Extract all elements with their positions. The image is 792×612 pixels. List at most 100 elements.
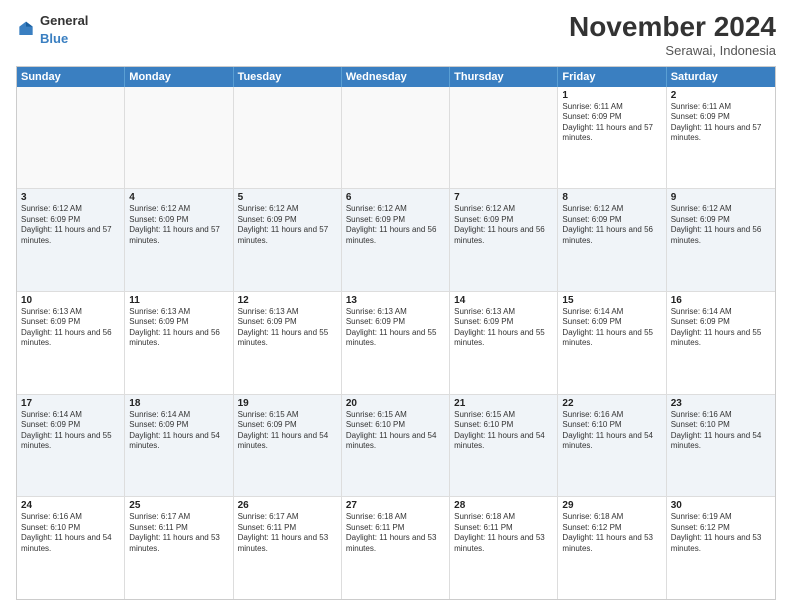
- calendar-cell-2-7: 9Sunrise: 6:12 AMSunset: 6:09 PMDaylight…: [667, 189, 775, 291]
- day-number: 11: [129, 295, 228, 306]
- cell-text: Daylight: 11 hours and 53 minutes.: [562, 533, 661, 554]
- cell-text: Sunrise: 6:14 AM: [562, 307, 661, 317]
- cell-text: Sunset: 6:09 PM: [238, 215, 337, 225]
- cell-text: Sunset: 6:10 PM: [346, 420, 445, 430]
- day-header-wednesday: Wednesday: [342, 67, 450, 87]
- calendar-cell-5-7: 30Sunrise: 6:19 AMSunset: 6:12 PMDayligh…: [667, 497, 775, 599]
- cell-text: Daylight: 11 hours and 55 minutes.: [562, 328, 661, 349]
- cell-text: Sunset: 6:09 PM: [238, 420, 337, 430]
- title-block: November 2024 Serawai, Indonesia: [569, 12, 776, 58]
- calendar-cell-5-4: 27Sunrise: 6:18 AMSunset: 6:11 PMDayligh…: [342, 497, 450, 599]
- cell-text: Sunset: 6:11 PM: [238, 523, 337, 533]
- cell-text: Sunrise: 6:11 AM: [562, 102, 661, 112]
- calendar-cell-1-6: 1Sunrise: 6:11 AMSunset: 6:09 PMDaylight…: [558, 87, 666, 189]
- calendar-row-5: 24Sunrise: 6:16 AMSunset: 6:10 PMDayligh…: [17, 496, 775, 599]
- calendar-cell-5-2: 25Sunrise: 6:17 AMSunset: 6:11 PMDayligh…: [125, 497, 233, 599]
- cell-text: Daylight: 11 hours and 56 minutes.: [346, 225, 445, 246]
- day-number: 25: [129, 500, 228, 511]
- cell-text: Sunrise: 6:18 AM: [346, 512, 445, 522]
- day-number: 20: [346, 398, 445, 409]
- day-number: 17: [21, 398, 120, 409]
- calendar-cell-2-5: 7Sunrise: 6:12 AMSunset: 6:09 PMDaylight…: [450, 189, 558, 291]
- cell-text: Daylight: 11 hours and 54 minutes.: [671, 431, 771, 452]
- cell-text: Sunrise: 6:13 AM: [129, 307, 228, 317]
- day-number: 26: [238, 500, 337, 511]
- cell-text: Daylight: 11 hours and 54 minutes.: [129, 431, 228, 452]
- cell-text: Daylight: 11 hours and 56 minutes.: [671, 225, 771, 246]
- header: General Blue November 2024 Serawai, Indo…: [16, 12, 776, 58]
- cell-text: Sunrise: 6:14 AM: [21, 410, 120, 420]
- day-number: 3: [21, 192, 120, 203]
- cell-text: Sunrise: 6:18 AM: [562, 512, 661, 522]
- day-number: 19: [238, 398, 337, 409]
- day-number: 7: [454, 192, 553, 203]
- day-header-tuesday: Tuesday: [234, 67, 342, 87]
- cell-text: Sunset: 6:09 PM: [129, 317, 228, 327]
- cell-text: Sunrise: 6:16 AM: [562, 410, 661, 420]
- cell-text: Daylight: 11 hours and 53 minutes.: [454, 533, 553, 554]
- cell-text: Sunset: 6:10 PM: [562, 420, 661, 430]
- cell-text: Sunrise: 6:17 AM: [129, 512, 228, 522]
- cell-text: Daylight: 11 hours and 57 minutes.: [671, 123, 771, 144]
- day-header-monday: Monday: [125, 67, 233, 87]
- day-number: 14: [454, 295, 553, 306]
- cell-text: Sunset: 6:09 PM: [238, 317, 337, 327]
- cell-text: Sunset: 6:11 PM: [346, 523, 445, 533]
- cell-text: Sunset: 6:09 PM: [671, 317, 771, 327]
- cell-text: Sunset: 6:09 PM: [21, 317, 120, 327]
- calendar-cell-1-1: [17, 87, 125, 189]
- cell-text: Sunrise: 6:17 AM: [238, 512, 337, 522]
- day-number: 21: [454, 398, 553, 409]
- day-number: 12: [238, 295, 337, 306]
- cell-text: Daylight: 11 hours and 56 minutes.: [129, 328, 228, 349]
- calendar-body: 1Sunrise: 6:11 AMSunset: 6:09 PMDaylight…: [17, 87, 775, 599]
- cell-text: Sunset: 6:12 PM: [562, 523, 661, 533]
- cell-text: Sunset: 6:10 PM: [454, 420, 553, 430]
- day-number: 2: [671, 90, 771, 101]
- calendar-cell-5-6: 29Sunrise: 6:18 AMSunset: 6:12 PMDayligh…: [558, 497, 666, 599]
- calendar-row-2: 3Sunrise: 6:12 AMSunset: 6:09 PMDaylight…: [17, 188, 775, 291]
- day-number: 24: [21, 500, 120, 511]
- calendar-cell-3-4: 13Sunrise: 6:13 AMSunset: 6:09 PMDayligh…: [342, 292, 450, 394]
- calendar: SundayMondayTuesdayWednesdayThursdayFrid…: [16, 66, 776, 600]
- cell-text: Sunset: 6:09 PM: [346, 317, 445, 327]
- cell-text: Daylight: 11 hours and 56 minutes.: [21, 328, 120, 349]
- day-number: 29: [562, 500, 661, 511]
- cell-text: Sunset: 6:09 PM: [454, 215, 553, 225]
- cell-text: Sunset: 6:09 PM: [129, 215, 228, 225]
- calendar-cell-3-7: 16Sunrise: 6:14 AMSunset: 6:09 PMDayligh…: [667, 292, 775, 394]
- calendar-cell-1-2: [125, 87, 233, 189]
- day-number: 5: [238, 192, 337, 203]
- calendar-cell-3-5: 14Sunrise: 6:13 AMSunset: 6:09 PMDayligh…: [450, 292, 558, 394]
- cell-text: Sunset: 6:09 PM: [562, 317, 661, 327]
- cell-text: Sunset: 6:09 PM: [562, 112, 661, 122]
- calendar-cell-2-4: 6Sunrise: 6:12 AMSunset: 6:09 PMDaylight…: [342, 189, 450, 291]
- cell-text: Daylight: 11 hours and 53 minutes.: [129, 533, 228, 554]
- cell-text: Daylight: 11 hours and 55 minutes.: [346, 328, 445, 349]
- cell-text: Sunset: 6:09 PM: [21, 420, 120, 430]
- cell-text: Daylight: 11 hours and 54 minutes.: [562, 431, 661, 452]
- calendar-cell-2-2: 4Sunrise: 6:12 AMSunset: 6:09 PMDaylight…: [125, 189, 233, 291]
- day-number: 9: [671, 192, 771, 203]
- cell-text: Sunrise: 6:12 AM: [671, 204, 771, 214]
- cell-text: Daylight: 11 hours and 54 minutes.: [238, 431, 337, 452]
- cell-text: Daylight: 11 hours and 55 minutes.: [671, 328, 771, 349]
- calendar-cell-5-5: 28Sunrise: 6:18 AMSunset: 6:11 PMDayligh…: [450, 497, 558, 599]
- day-header-saturday: Saturday: [667, 67, 775, 87]
- day-number: 1: [562, 90, 661, 101]
- cell-text: Daylight: 11 hours and 54 minutes.: [21, 533, 120, 554]
- calendar-row-1: 1Sunrise: 6:11 AMSunset: 6:09 PMDaylight…: [17, 87, 775, 189]
- day-number: 23: [671, 398, 771, 409]
- cell-text: Daylight: 11 hours and 53 minutes.: [346, 533, 445, 554]
- day-number: 30: [671, 500, 771, 511]
- cell-text: Sunset: 6:09 PM: [671, 112, 771, 122]
- cell-text: Sunrise: 6:12 AM: [21, 204, 120, 214]
- calendar-cell-4-2: 18Sunrise: 6:14 AMSunset: 6:09 PMDayligh…: [125, 395, 233, 497]
- calendar-cell-2-3: 5Sunrise: 6:12 AMSunset: 6:09 PMDaylight…: [234, 189, 342, 291]
- cell-text: Sunset: 6:09 PM: [129, 420, 228, 430]
- day-number: 4: [129, 192, 228, 203]
- logo-icon: [16, 20, 36, 40]
- calendar-cell-1-5: [450, 87, 558, 189]
- calendar-cell-4-7: 23Sunrise: 6:16 AMSunset: 6:10 PMDayligh…: [667, 395, 775, 497]
- cell-text: Daylight: 11 hours and 56 minutes.: [562, 225, 661, 246]
